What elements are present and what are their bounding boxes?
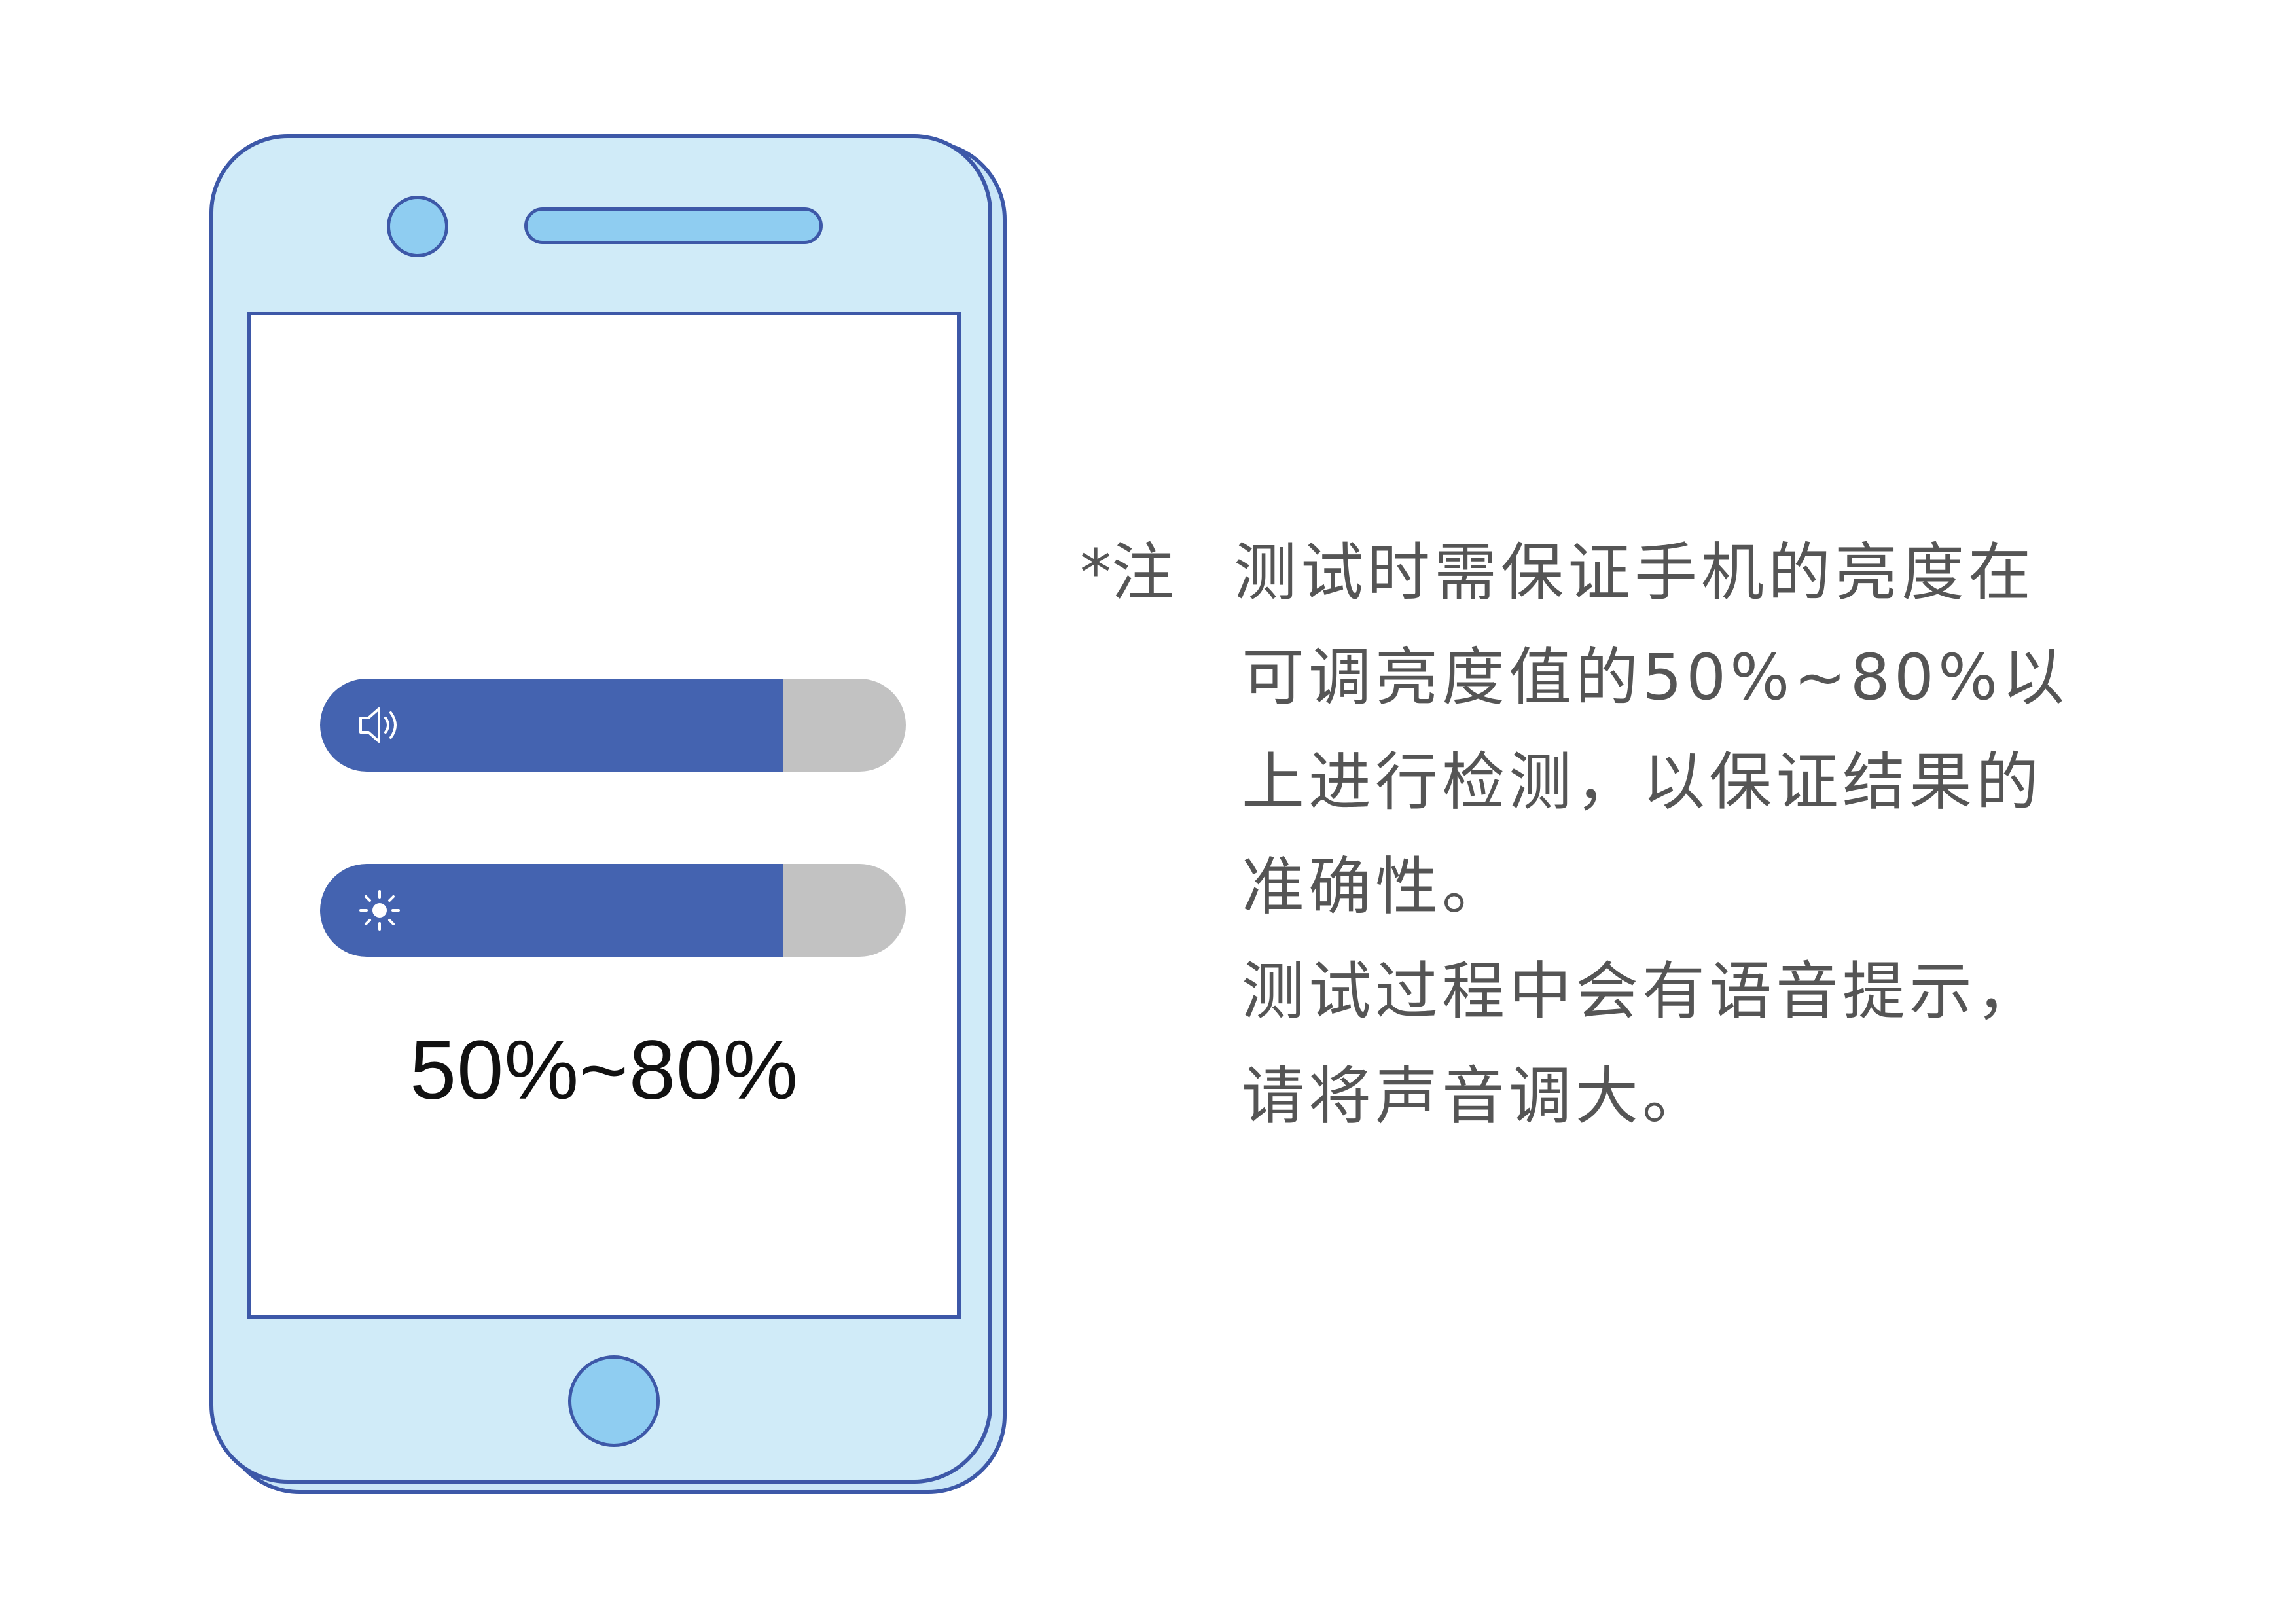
note-body: 测试时需保证手机的亮度在 可调亮度值的50%~80%以 上进行检测，以保证结果的… [1234, 520, 2215, 1149]
speaker-icon [359, 707, 397, 743]
brightness-slider[interactable] [320, 864, 906, 957]
brightness-range-text: 50%~80% [409, 1024, 799, 1117]
earpiece-speaker [524, 207, 823, 244]
front-camera [387, 196, 448, 257]
phone-body: 50%~80% [209, 134, 992, 1484]
volume-slider[interactable] [320, 679, 906, 772]
note-label: *注 [1080, 536, 1174, 609]
sun-icon [359, 890, 400, 931]
illustration: 50%~80% *注 测试时需保证手机的亮度在 可调亮度值的50%~80%以 上… [0, 0, 2296, 1623]
note-line: 测试过程中会有语音提示， [1242, 955, 2043, 1028]
note-line: 请将声音调大。 [1242, 1060, 1709, 1133]
note-line: 测试时需保证手机的亮度在 [1234, 536, 2035, 609]
phone-screen: 50%~80% [247, 312, 961, 1319]
note-line: 准确性。 [1242, 850, 1509, 923]
phone-illustration: 50%~80% [209, 134, 1008, 1495]
home-button[interactable] [568, 1355, 660, 1447]
note-line: 可调亮度值的50%~80%以 [1242, 641, 2069, 714]
note-line: 上进行检测，以保证结果的 [1242, 745, 2043, 819]
